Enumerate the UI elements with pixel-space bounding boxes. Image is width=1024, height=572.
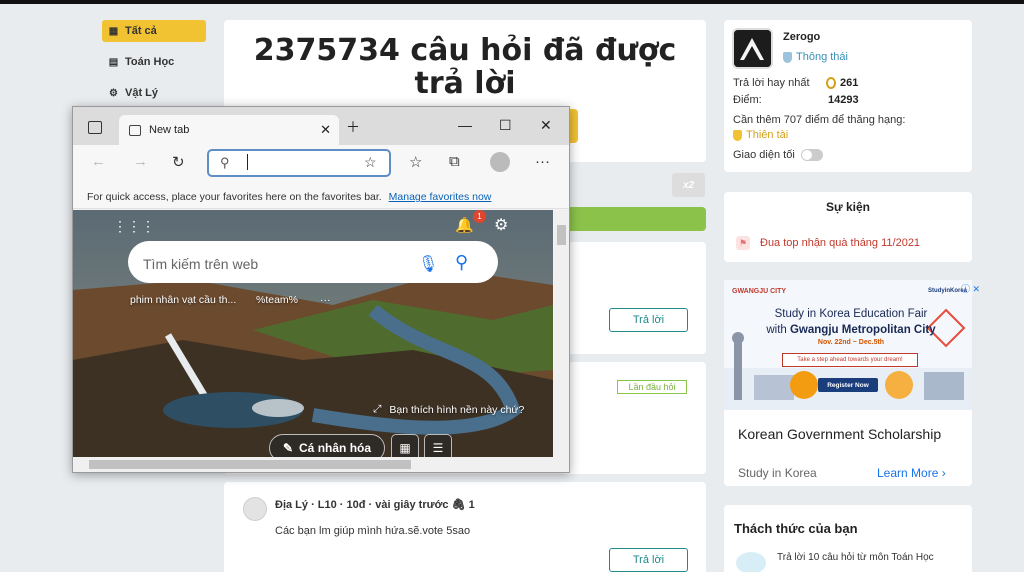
first-question-tag: Lần đầu hỏi [617, 380, 687, 394]
flag-icon: ⚑ [736, 236, 750, 250]
grid-icon: ▦ [108, 25, 119, 37]
apps-grid-icon[interactable]: ⋮⋮⋮ [113, 218, 155, 235]
shield-icon [783, 51, 792, 63]
page-icon [129, 124, 141, 136]
quick-link[interactable]: phim nhân vạt cầu th... [130, 294, 236, 306]
question-text[interactable]: Các bạn lm giúp mình hứa.sẽ.vote 5sao [275, 525, 470, 537]
register-button[interactable]: Register Now [818, 378, 878, 392]
challenge-title: Thách thức của bạn [734, 521, 858, 536]
dark-mode-row: Giao diện tối [733, 149, 823, 161]
close-tab-icon[interactable]: ✕ [320, 122, 331, 138]
question-meta: Địa Lý · L10 · 10đ · vài giây trước 🖇 1 [275, 499, 475, 511]
more-quick-links[interactable]: ··· [320, 294, 331, 306]
category-all[interactable]: ▦ Tất cả [102, 20, 206, 42]
answer-button[interactable]: Trả lời [609, 548, 688, 572]
refresh-icon[interactable]: ↻ [172, 153, 185, 171]
personalize-button[interactable]: ✎ Cá nhân hóa [269, 434, 385, 457]
event-item[interactable]: ⚑ Đua top nhận quà tháng 11/2021 [736, 236, 920, 250]
learn-more-link[interactable]: Learn More › [877, 466, 946, 480]
microphone-icon[interactable]: 🎙 [418, 254, 438, 274]
answer-button[interactable]: Trả lời [609, 308, 688, 332]
pencil-icon: ✎ [282, 441, 294, 455]
notification-bell-icon[interactable]: 🔔 [455, 216, 474, 234]
ad-tagline: Take a step ahead towards your dream! [782, 353, 918, 367]
dark-mode-toggle[interactable] [800, 149, 823, 161]
challenge-text: Trả lời 10 câu hỏi từ môn Toán Học [777, 552, 934, 563]
collections-icon[interactable]: ⧉ [449, 153, 460, 170]
avatar[interactable] [243, 497, 267, 521]
category-label: Toán Học [125, 56, 175, 68]
category-physics[interactable]: ⚙ Vật Lý [102, 82, 206, 104]
minimize-icon[interactable]: — [458, 117, 472, 133]
favorites-bar: For quick access, place your favorites h… [73, 183, 569, 209]
atom-icon: ⚙ [109, 87, 118, 99]
favorites-icon[interactable]: ☆ [409, 153, 422, 171]
forward-icon[interactable]: → [133, 153, 148, 170]
settings-icon[interactable]: ⚙ [494, 215, 508, 235]
ad-dates: Nov. 22nd ~ Dec.5th [817, 339, 885, 346]
points-label: Điểm: [733, 94, 762, 106]
close-window-icon[interactable]: ✕ [540, 117, 552, 134]
ad-title[interactable]: Korean Government Scholarship [738, 426, 941, 442]
ad-headline: Study in Korea Education Fair with Gwang… [766, 308, 936, 336]
best-answers-label: Trả lời hay nhất [733, 77, 810, 89]
maximize-icon[interactable]: ☐ [499, 117, 512, 134]
search-icon[interactable]: ⚲ [455, 252, 468, 273]
text-cursor [247, 154, 248, 170]
vertical-scrollbar[interactable] [554, 210, 569, 457]
next-rank: Thiên tài [733, 129, 788, 141]
rank-hint: Cần thêm 707 điểm để thăng hạng: [733, 114, 906, 126]
ad-close-icon[interactable]: ⓘ ✕ [961, 282, 980, 295]
paperclip-icon: 🖇 [451, 499, 466, 511]
category-label: Vật Lý [125, 87, 159, 99]
list-layout-icon[interactable]: ☰ [424, 434, 452, 457]
more-icon[interactable]: ··· [535, 153, 550, 170]
web-search-placeholder: Tìm kiếm trên web [143, 256, 259, 272]
manage-favorites-link[interactable]: Manage favorites now [389, 191, 492, 203]
events-title: Sự kiện [825, 200, 871, 214]
horizontal-scroll-thumb[interactable] [89, 460, 411, 469]
new-tab-page: ⋮⋮⋮ 🔔 1 ⚙ Tìm kiếm trên web 🎙 ⚲ phim nhâ… [73, 210, 553, 457]
tab-new-tab[interactable]: New tab ✕ [119, 115, 339, 145]
points-value: 14293 [828, 94, 859, 106]
calculator-icon: ▤ [108, 56, 119, 68]
top-bar [0, 0, 1024, 4]
category-math[interactable]: ▤ Toán Học [102, 51, 206, 73]
progress-bar [560, 207, 706, 231]
add-favorite-icon[interactable]: ☆ [364, 154, 377, 171]
back-icon[interactable]: ← [91, 153, 106, 170]
ad-source: Study in Korea [738, 466, 817, 480]
avatar[interactable] [732, 28, 773, 69]
x2-badge: x2 [672, 173, 705, 197]
hero-title: 2375734 câu hỏi đã được trả lời [253, 33, 677, 101]
shield-icon [733, 129, 742, 141]
tab-actions-icon[interactable] [88, 121, 102, 134]
notification-count: 1 [473, 210, 486, 223]
ad-brand: GWANGJU CITY [732, 288, 787, 295]
background-feedback[interactable]: ⤢ Bạn thích hình nền này chứ? [373, 403, 524, 416]
quick-link[interactable]: %team% [256, 294, 298, 306]
category-label: Tất cả [125, 25, 157, 37]
challenge-icon [736, 552, 766, 572]
best-answers-value: 261 [826, 77, 858, 89]
new-tab-icon[interactable]: ＋ [346, 117, 360, 137]
profile-avatar[interactable] [490, 152, 510, 172]
expand-icon: ⤢ [373, 403, 382, 415]
vertical-scroll-thumb[interactable] [557, 225, 566, 245]
profile-name[interactable]: Zerogo [783, 31, 820, 43]
browser-window[interactable]: New tab ✕ ＋ — ☐ ✕ ← → ↻ ⚲ ☆ ☆ ⧉ ··· For … [72, 106, 570, 473]
profile-status: Thông thái [783, 51, 848, 63]
grid-layout-icon[interactable]: ▦ [391, 434, 419, 457]
avatar-image [734, 30, 771, 67]
search-icon: ⚲ [220, 155, 230, 170]
medal-icon [826, 77, 836, 89]
